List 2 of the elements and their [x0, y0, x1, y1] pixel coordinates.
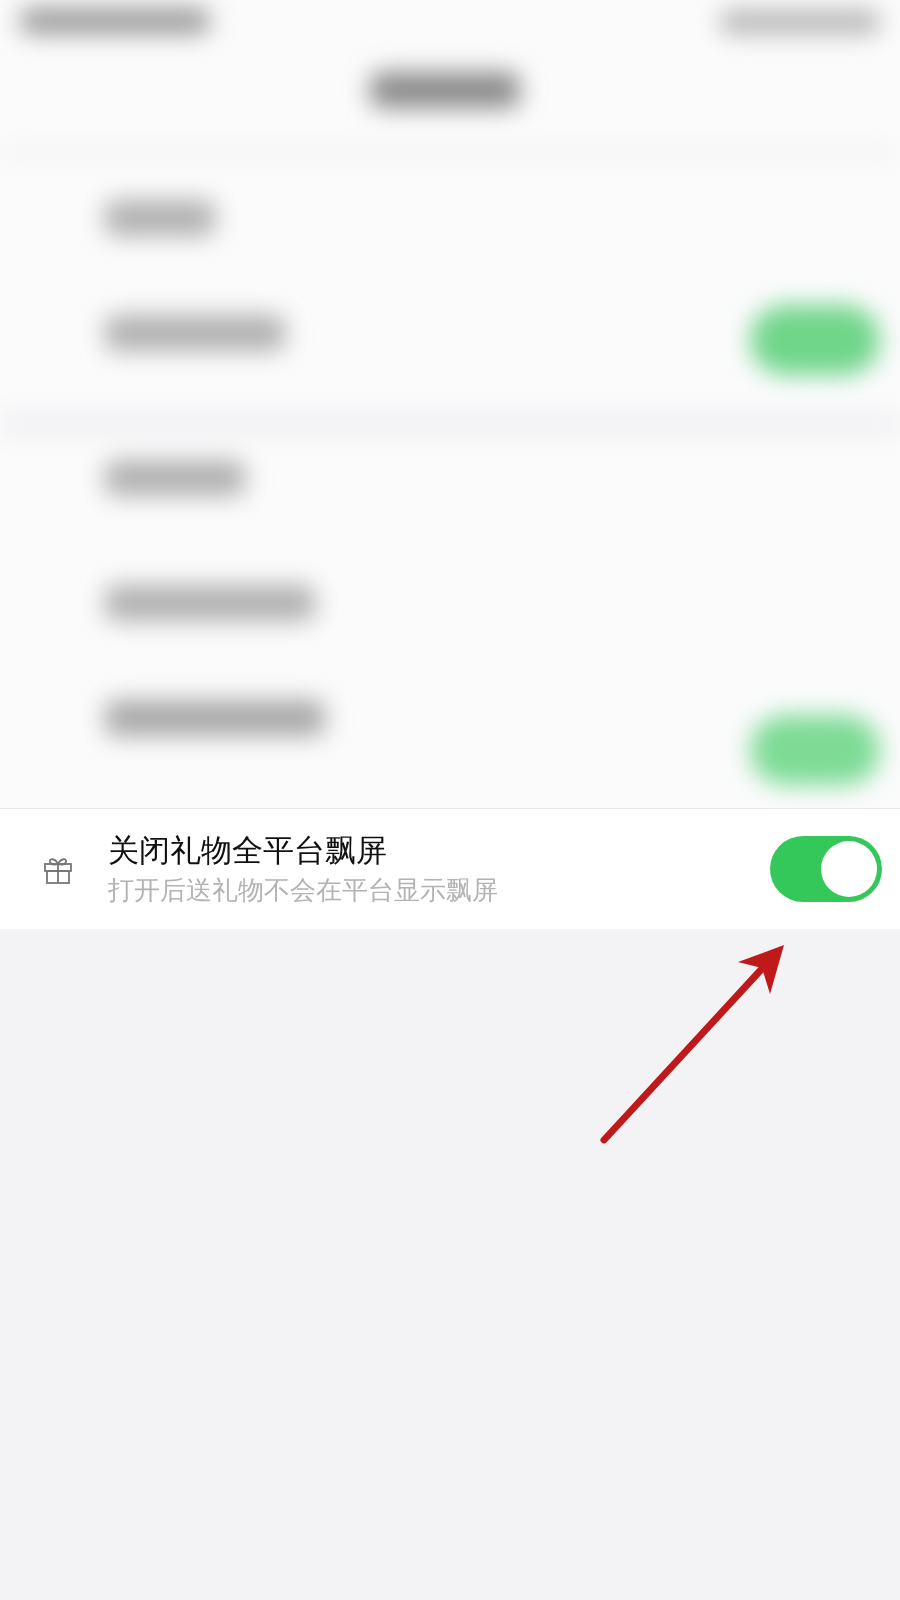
setting-title: 关闭礼物全平台飘屏	[108, 831, 388, 870]
setting-description: 打开后送礼物不会在平台显示飘屏	[108, 874, 499, 907]
